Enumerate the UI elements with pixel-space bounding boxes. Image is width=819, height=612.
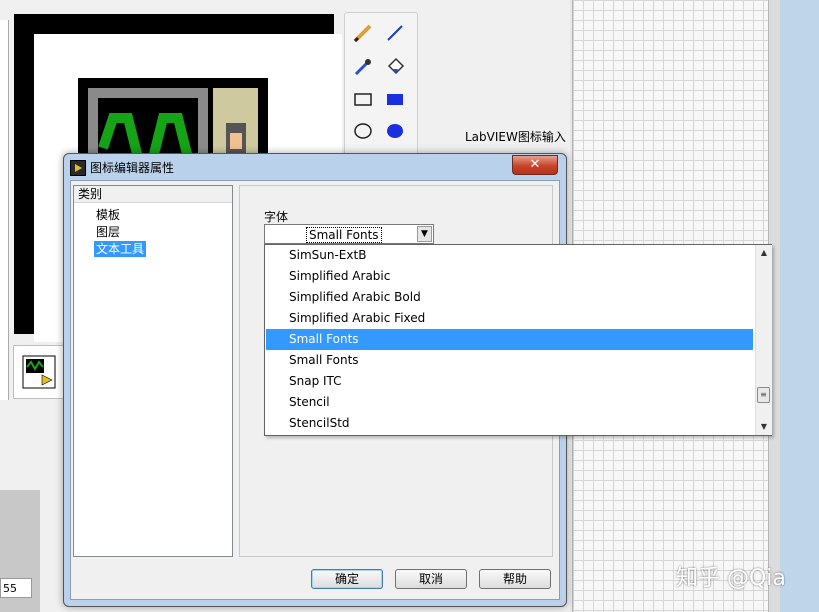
small-icon-preview[interactable] — [13, 345, 65, 399]
font-dropdown-list: SimSun-ExtB Simplified Arabic Simplified… — [264, 244, 772, 436]
chevron-down-icon[interactable]: ▼ — [417, 226, 432, 242]
font-option[interactable]: Simplified Arabic Bold — [266, 287, 753, 308]
tool-palette — [344, 12, 418, 164]
watermark: 知乎 @Qia — [676, 566, 786, 591]
font-option[interactable]: Small Fonts — [266, 350, 753, 371]
category-item-layers[interactable]: 图层 — [94, 224, 122, 240]
font-option[interactable]: StencilStd — [266, 413, 753, 434]
dialog-titlebar[interactable]: 图标编辑器属性 ✕ — [64, 154, 566, 180]
category-list: 类别 模板 图层 文本工具 — [73, 185, 233, 557]
font-label: 字体 — [264, 210, 289, 224]
font-select-value: Small Fonts — [306, 227, 382, 243]
labview-icon-input-label: LabVIEW图标输入 — [465, 130, 566, 144]
scroll-down-icon[interactable]: ▼ — [756, 419, 772, 435]
fill-bucket-icon[interactable] — [381, 53, 409, 81]
dialog-title: 图标编辑器属性 — [90, 161, 175, 175]
labview-app-icon — [70, 160, 86, 176]
filled-ellipse-icon[interactable] — [381, 117, 409, 145]
font-option[interactable]: Simplified Arabic — [266, 266, 753, 287]
scroll-up-icon[interactable]: ▲ — [756, 245, 772, 261]
bottom-value-field[interactable]: 55 — [0, 578, 32, 598]
filled-rectangle-icon[interactable] — [381, 85, 409, 113]
cancel-button[interactable]: 取消 — [395, 569, 467, 589]
dropper-icon[interactable] — [349, 53, 377, 81]
vi-icon — [22, 355, 56, 389]
font-option[interactable]: Stencil — [266, 392, 753, 413]
font-option-highlighted[interactable]: Small Fonts — [266, 329, 753, 350]
editor-left-strip — [0, 20, 9, 400]
rectangle-icon[interactable] — [349, 85, 377, 113]
scroll-thumb[interactable]: ≡ — [757, 387, 770, 403]
font-option[interactable]: SimSun-ExtB — [266, 245, 753, 266]
pencil-icon[interactable] — [349, 19, 377, 47]
ok-button[interactable]: 确定 — [311, 569, 383, 589]
category-item-template[interactable]: 模板 — [94, 207, 122, 223]
category-header: 类别 — [74, 186, 232, 203]
close-button[interactable]: ✕ — [512, 155, 558, 175]
help-button[interactable]: 帮助 — [479, 569, 551, 589]
line-icon[interactable] — [381, 19, 409, 47]
font-option[interactable]: Simplified Arabic Fixed — [266, 308, 753, 329]
dropdown-scrollbar[interactable]: ▲ ≡ ▼ — [755, 245, 772, 435]
category-item-text-tool[interactable]: 文本工具 — [94, 241, 147, 257]
desktop-edge — [780, 0, 819, 612]
ellipse-icon[interactable] — [349, 117, 377, 145]
font-select[interactable]: Small Fonts ▼ — [264, 224, 434, 244]
font-option[interactable]: Snap ITC — [266, 371, 753, 392]
